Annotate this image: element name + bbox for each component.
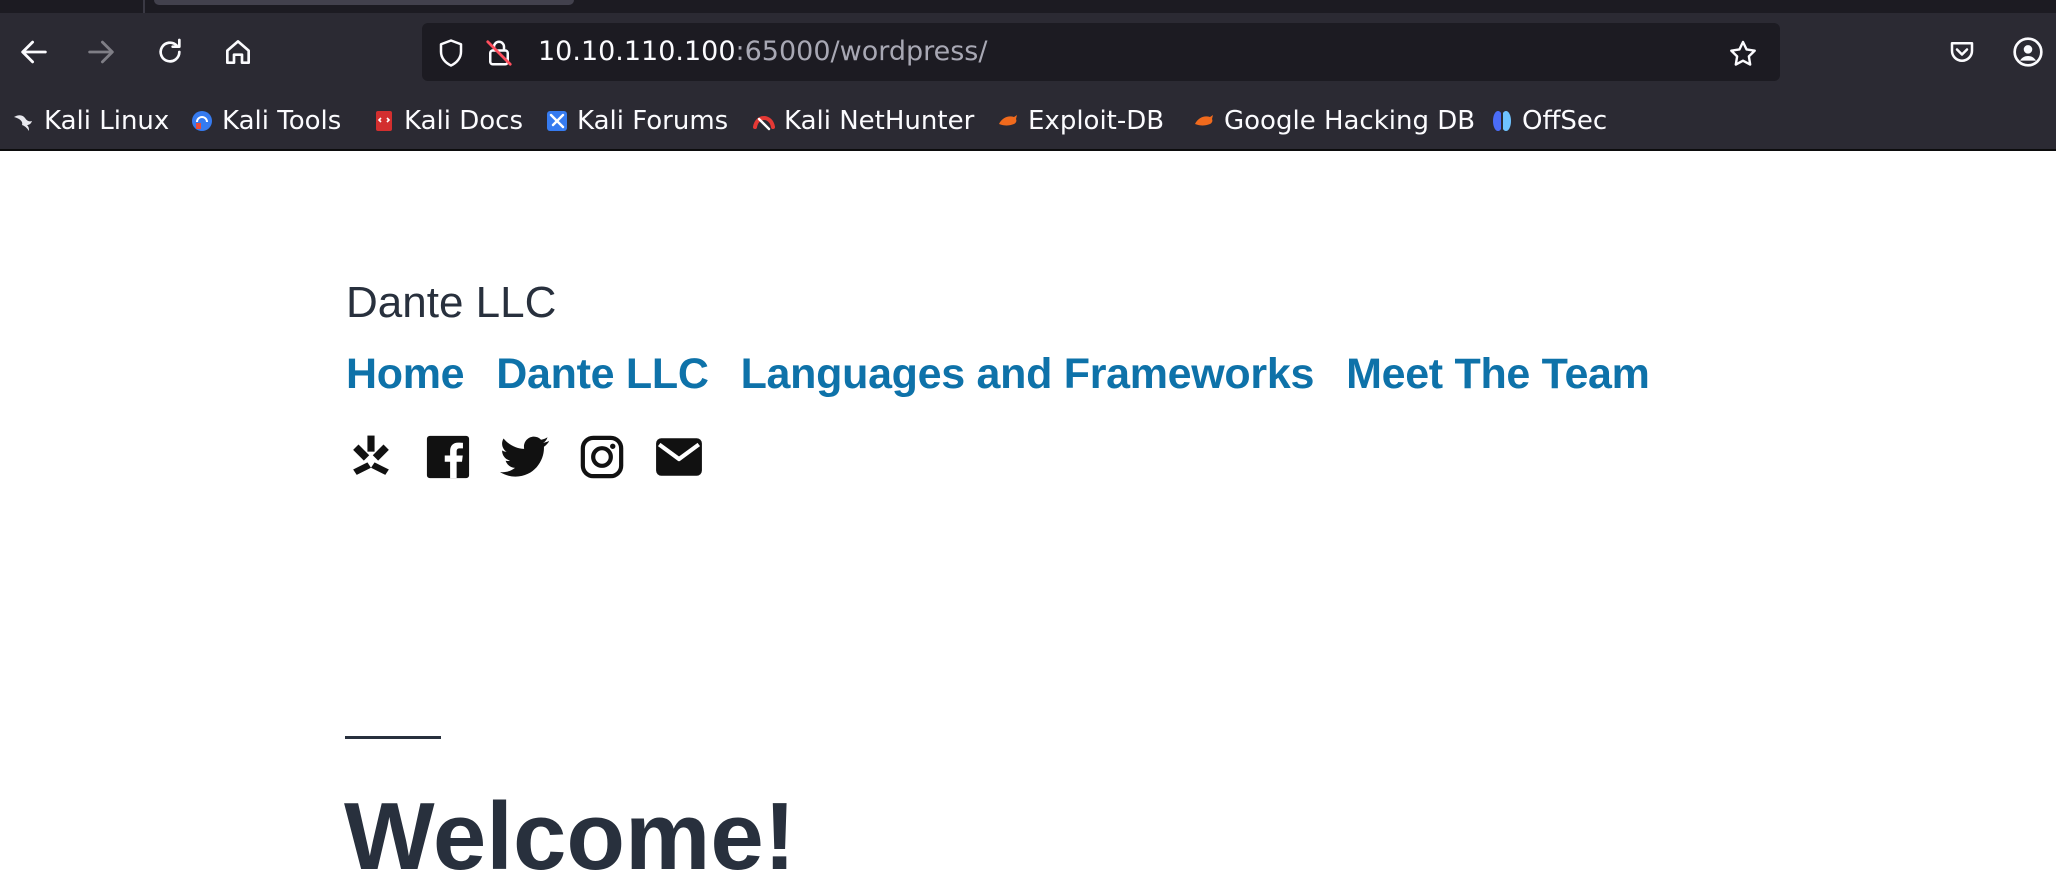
google-hacking-db-icon (1195, 115, 1213, 126)
account-button[interactable] (2006, 30, 2050, 74)
facebook-link[interactable] (423, 430, 473, 484)
bookmark-label: Kali NetHunter (784, 106, 975, 136)
social-links (346, 430, 704, 484)
bookmark-kali-forums[interactable]: Kali Forums (545, 93, 728, 149)
bookmark-label: Google Hacking DB (1224, 106, 1476, 136)
primary-menu: Home Dante LLC Languages and Frameworks … (346, 350, 1650, 406)
pocket-button[interactable] (1940, 30, 1984, 74)
back-button[interactable] (12, 30, 56, 74)
menu-item-languages-and-frameworks[interactable]: Languages and Frameworks (741, 350, 1315, 406)
page-heading: Welcome! (344, 783, 796, 890)
kali-forums-icon (547, 111, 567, 131)
home-icon (226, 40, 250, 64)
bookmark-label: Kali Tools (222, 106, 342, 136)
insecure-lock-icon[interactable] (484, 38, 514, 68)
url-host: 10.10.110.100 (538, 36, 736, 67)
bookmark-star-icon[interactable] (1727, 38, 1759, 70)
bookmark-exploit-db[interactable]: Exploit-DB (996, 93, 1164, 149)
home-button[interactable] (216, 30, 260, 74)
url-bar[interactable]: 10.10.110.100:65000/wordpress/ (422, 23, 1780, 81)
back-arrow-icon (21, 40, 47, 64)
tab-strip (0, 0, 2056, 13)
menu-item-meet-the-team[interactable]: Meet The Team (1346, 350, 1650, 406)
menu-item-dante-llc[interactable]: Dante LLC (496, 350, 709, 406)
kali-tools-icon (192, 111, 212, 131)
url-text[interactable]: 10.10.110.100:65000/wordpress/ (538, 23, 987, 81)
yelp-icon (353, 435, 389, 475)
kali-dragon-icon (14, 115, 32, 131)
bookmarks-toolbar: Kali Linux Kali Tools Kali Docs Kali For… (0, 93, 2056, 151)
account-icon (2013, 37, 2043, 67)
navigation-toolbar: 10.10.110.100:65000/wordpress/ (0, 13, 2056, 93)
bookmark-label: Exploit-DB (1028, 106, 1165, 136)
bookmark-kali-nethunter[interactable]: Kali NetHunter (752, 93, 974, 149)
tab-separator (143, 0, 145, 13)
url-path: :65000/wordpress/ (735, 36, 988, 67)
offsec-icon (1493, 111, 1511, 131)
bookmark-kali-docs[interactable]: Kali Docs (372, 93, 523, 149)
exploit-db-icon (999, 115, 1017, 126)
mail-icon (656, 438, 702, 476)
bookmark-kali-tools[interactable]: Kali Tools (190, 93, 341, 149)
instagram-link[interactable] (577, 430, 627, 484)
twitter-icon (500, 436, 549, 477)
yelp-link[interactable] (346, 430, 396, 484)
forward-arrow-icon (88, 40, 114, 64)
tracking-shield-icon[interactable] (436, 38, 466, 68)
pocket-icon (1950, 42, 1974, 62)
menu-item-home[interactable]: Home (346, 350, 465, 406)
kali-nethunter-icon (753, 116, 775, 131)
bookmark-label: OffSec (1522, 106, 1608, 136)
reload-button[interactable] (148, 30, 192, 74)
active-tab[interactable] (154, 0, 574, 5)
bookmark-kali-linux[interactable]: Kali Linux (12, 93, 169, 149)
site-title[interactable]: Dante LLC (346, 278, 556, 328)
bookmark-label: Kali Linux (44, 106, 170, 136)
bookmark-offsec[interactable]: OffSec (1490, 93, 1607, 149)
bookmark-google-hacking-db[interactable]: Google Hacking DB (1192, 93, 1475, 149)
facebook-icon (426, 435, 470, 479)
bookmark-label: Kali Docs (404, 106, 524, 136)
forward-button[interactable] (79, 30, 123, 74)
twitter-link[interactable] (500, 430, 550, 484)
bookmark-label: Kali Forums (577, 106, 729, 136)
kali-docs-icon (376, 111, 392, 131)
reload-icon (159, 38, 181, 63)
instagram-icon (580, 435, 624, 479)
content-separator (345, 736, 441, 739)
email-link[interactable] (654, 430, 704, 484)
